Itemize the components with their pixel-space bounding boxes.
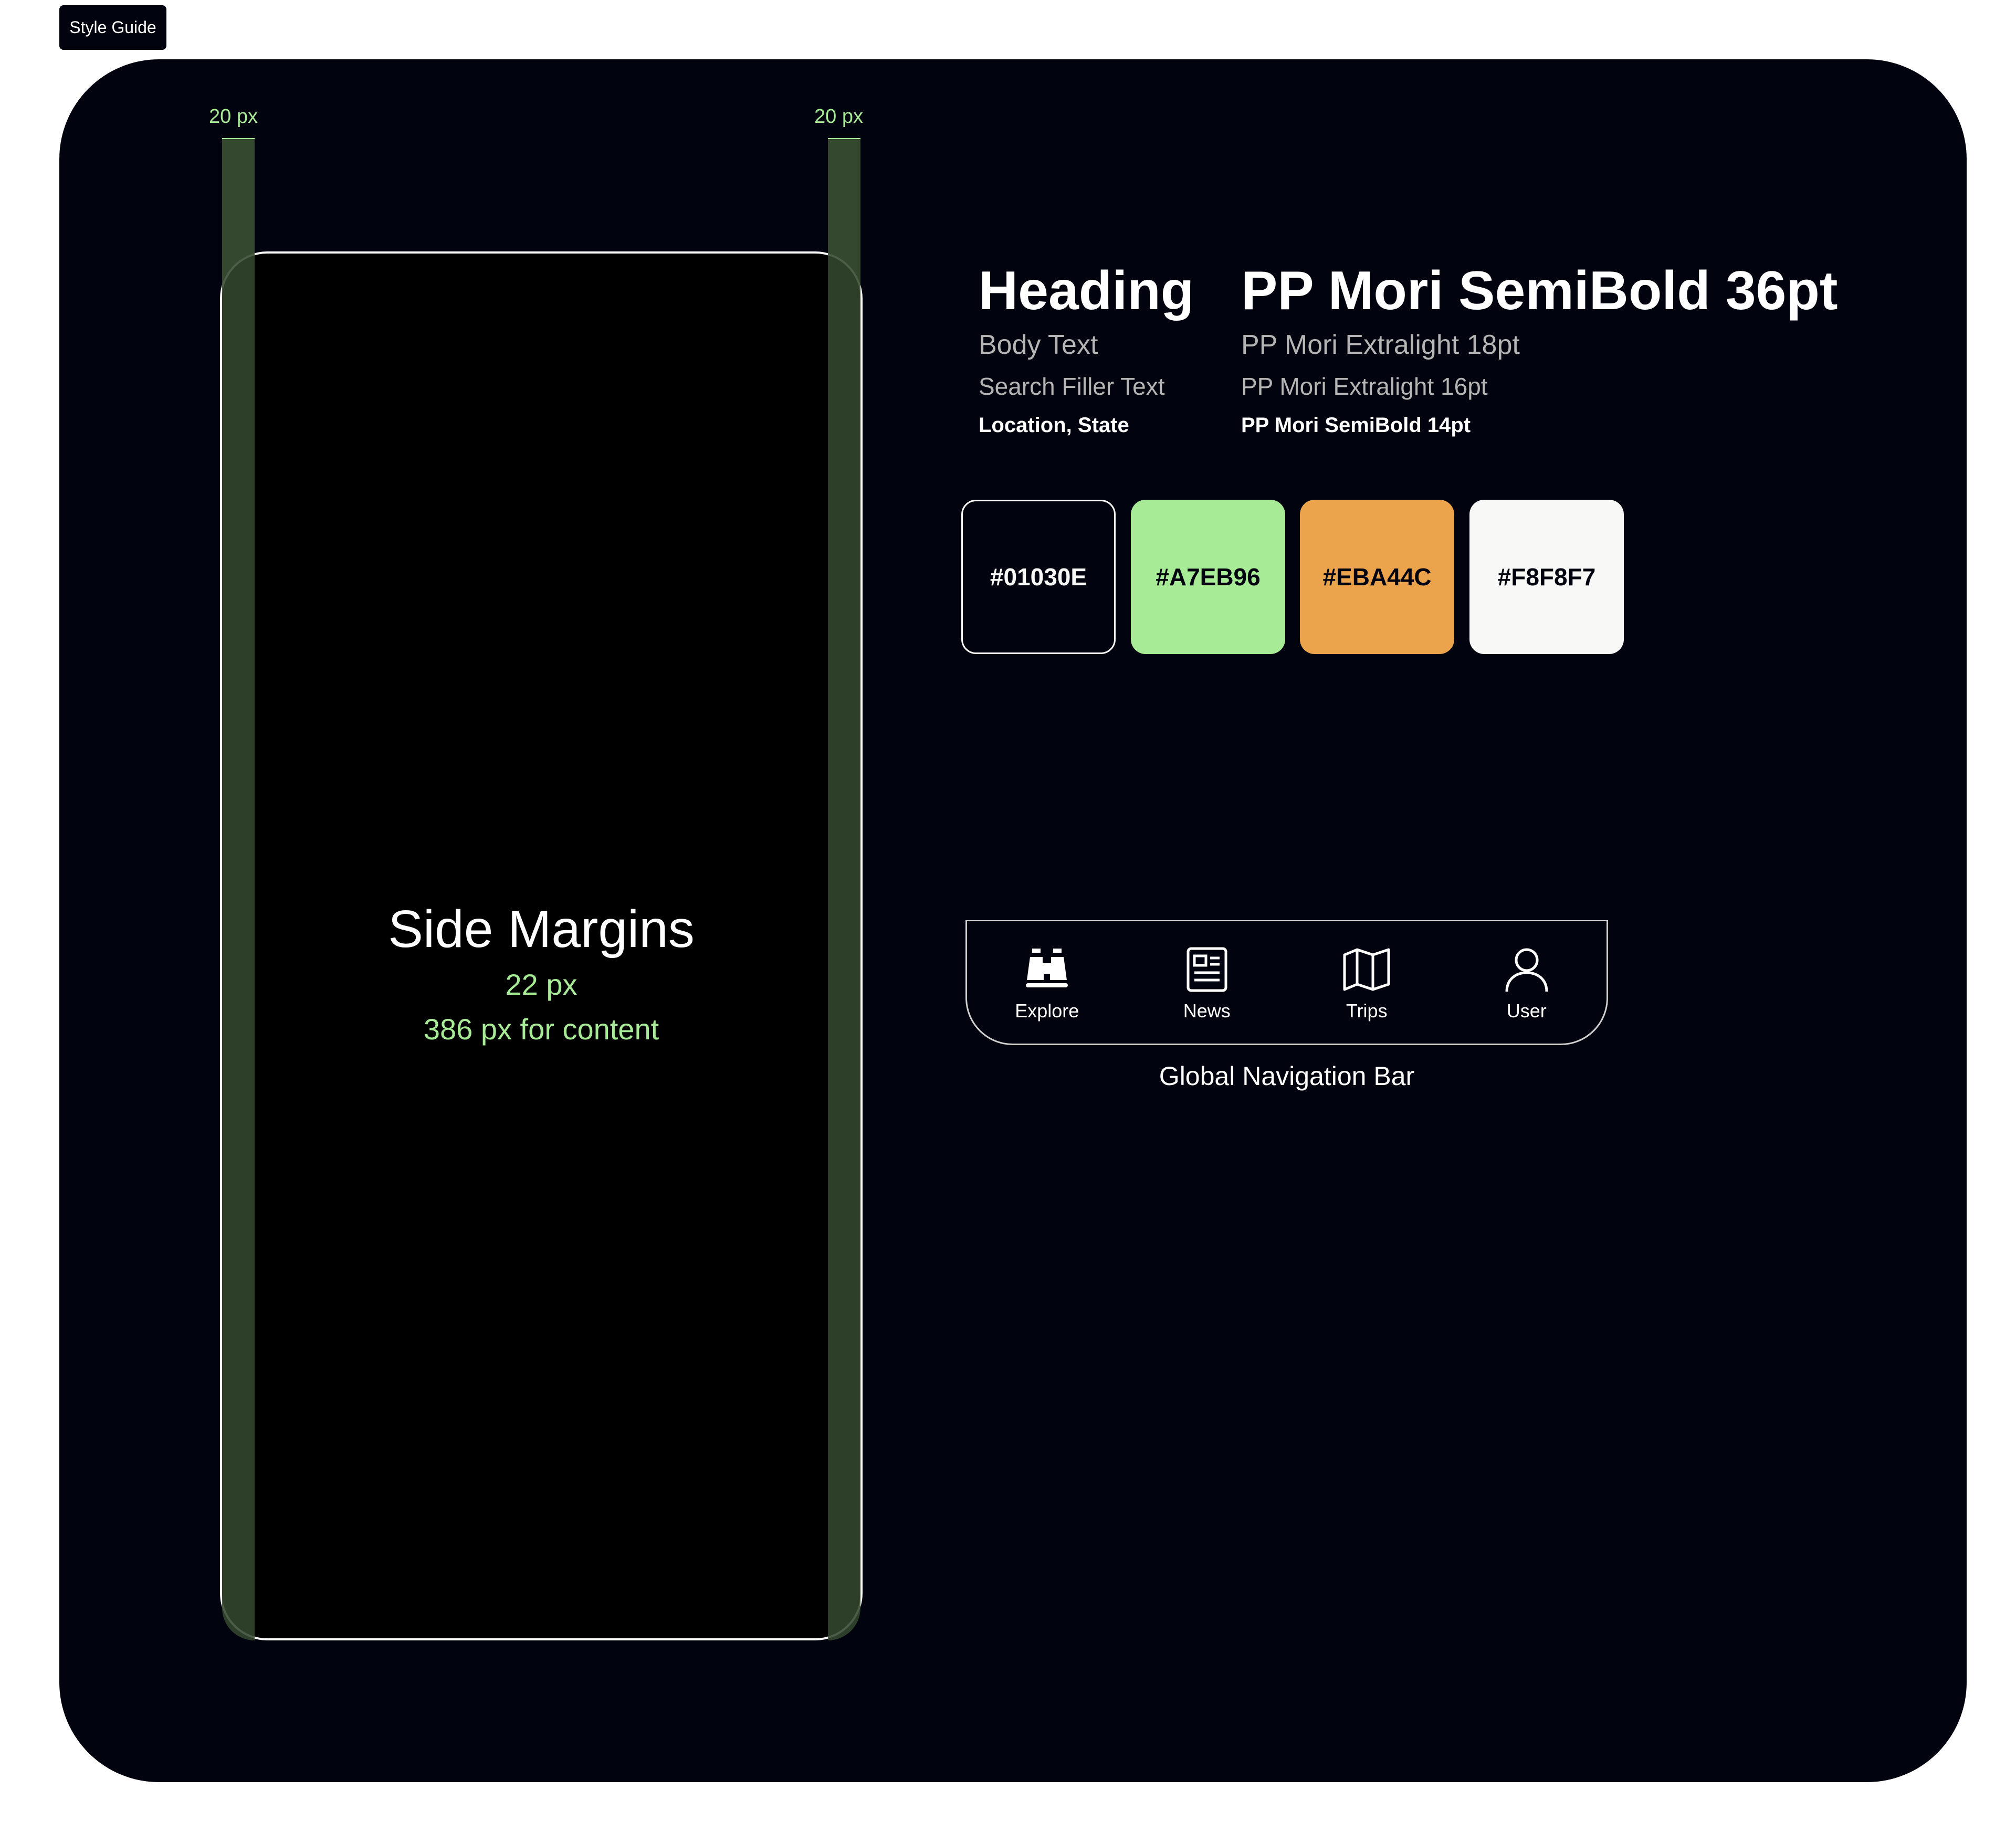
map-icon: [1343, 948, 1390, 991]
typography-location-sample: Location, State: [979, 414, 1129, 437]
binoculars-icon: [1026, 949, 1068, 987]
style-guide-canvas: 20 px 20 px Side Margins 22 px 386 px fo…: [59, 59, 1967, 1782]
swatch-orange: #EBA44C: [1300, 500, 1454, 654]
typography-body-spec: PP Mori Extralight 18pt: [1241, 330, 1520, 360]
global-navigation-bar: Explore News Trips User: [965, 920, 1608, 1045]
swatch-white: #F8F8F7: [1469, 500, 1624, 654]
nav-label-user: User: [1506, 1000, 1547, 1022]
nav-label-trips: Trips: [1346, 1000, 1388, 1022]
typography-heading-sample: Heading: [979, 260, 1194, 321]
typography-search-sample: Search Filler Text: [979, 373, 1165, 400]
left-margin-label: 20 px: [209, 106, 258, 128]
typography-body-sample: Body Text: [979, 330, 1098, 360]
newspaper-icon: [1186, 947, 1227, 992]
side-margins-title: Side Margins: [388, 900, 695, 959]
nav-label-explore: Explore: [1015, 1000, 1079, 1022]
nav-item-explore[interactable]: Explore: [967, 921, 1127, 1044]
nav-item-trips[interactable]: Trips: [1287, 921, 1447, 1044]
user-icon: [1505, 948, 1548, 992]
swatch-green: #A7EB96: [1131, 500, 1285, 654]
nav-item-news[interactable]: News: [1127, 921, 1287, 1044]
typography-heading-spec: PP Mori SemiBold 36pt: [1241, 260, 1838, 321]
typography-search-spec: PP Mori Extralight 16pt: [1241, 373, 1488, 400]
side-margins-value: 22 px: [505, 968, 578, 1001]
content-width-value: 386 px for content: [423, 1013, 659, 1046]
typography-location-spec: PP Mori SemiBold 14pt: [1241, 414, 1471, 437]
nav-label-news: News: [1183, 1000, 1231, 1022]
nav-item-user[interactable]: User: [1447, 921, 1607, 1044]
frame-label[interactable]: Style Guide: [59, 5, 166, 50]
nav-caption: Global Navigation Bar: [1159, 1061, 1415, 1091]
right-margin-label: 20 px: [814, 106, 863, 128]
swatch-dark: #01030E: [961, 500, 1116, 654]
